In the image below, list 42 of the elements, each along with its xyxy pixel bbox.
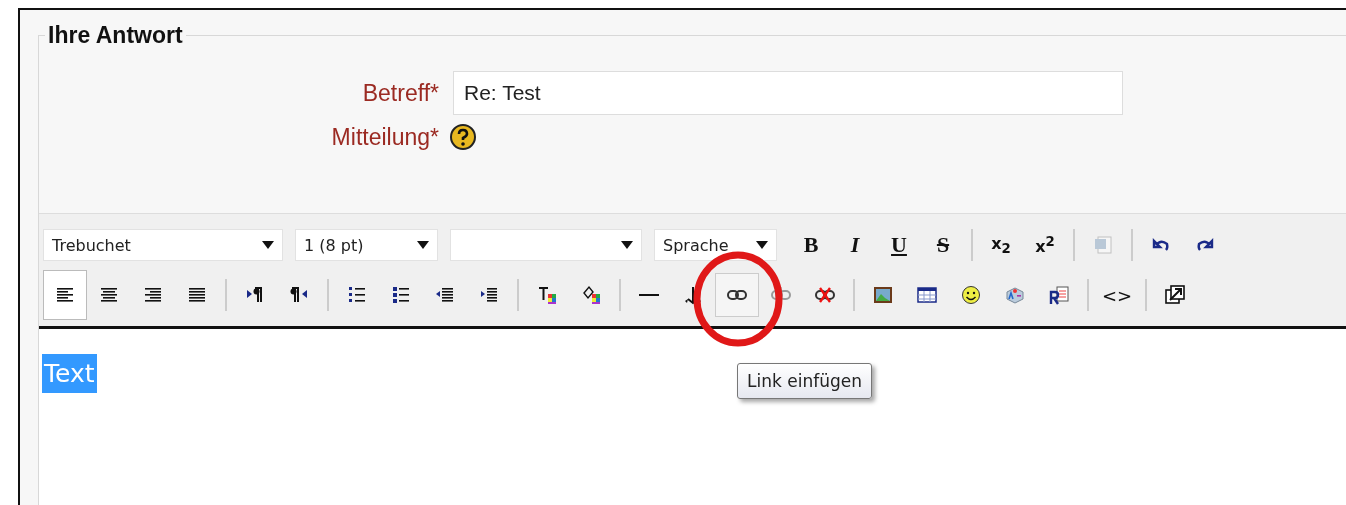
fullscreen-icon <box>1165 285 1185 305</box>
table-icon <box>917 285 937 305</box>
indent-icon <box>479 285 499 305</box>
dropdown[interactable]: Trebuchet <box>43 229 283 261</box>
dropdown-value: 1 (8 pt) <box>304 235 364 255</box>
image-icon <box>873 285 893 305</box>
text-color-icon <box>537 285 557 305</box>
link-button[interactable] <box>715 273 759 317</box>
format-button[interactable]: U <box>877 223 921 267</box>
dropdown-value: Trebuchet <box>52 235 131 255</box>
ordered-list-icon <box>347 285 367 305</box>
dropdown[interactable]: Sprache <box>654 229 777 261</box>
format-button[interactable]: x$_{2}$ <box>979 223 1023 267</box>
nolink-icon <box>815 285 835 305</box>
justify-icon <box>187 285 207 305</box>
caret-icon <box>621 241 633 249</box>
smiley-icon <box>961 285 981 305</box>
fill-color-icon <box>581 285 601 305</box>
caret-icon <box>756 241 768 249</box>
bullet-list-icon <box>391 285 411 305</box>
field-label: Betreff* <box>361 79 440 107</box>
field-label: Mitteilung* <box>330 123 440 151</box>
align-right-icon <box>143 285 163 305</box>
horizontal-line-icon <box>639 294 659 296</box>
align-left-button[interactable] <box>43 270 87 320</box>
editor-text: Text <box>42 354 97 393</box>
help-icon[interactable] <box>449 123 477 151</box>
tooltip: Link einfügen <box>737 363 872 399</box>
subject-field[interactable]: Re: Test <box>453 71 1123 115</box>
caret-icon <box>262 241 274 249</box>
align-center-icon <box>99 285 119 305</box>
format-button[interactable]: I <box>833 223 877 267</box>
outdent-icon <box>435 285 455 305</box>
format-button[interactable]: x$^{2}$ <box>1023 223 1067 267</box>
caret-icon <box>417 241 429 249</box>
dropdown[interactable]: 1 (8 pt) <box>295 229 438 261</box>
align-left-icon <box>55 285 75 305</box>
format-button[interactable]: B <box>789 223 833 267</box>
format-button[interactable]: <> <box>1095 273 1139 317</box>
section-title: Ihre Antwort <box>47 22 184 49</box>
dropdown-value: Sprache <box>663 235 729 255</box>
format-button[interactable]: S <box>921 223 965 267</box>
